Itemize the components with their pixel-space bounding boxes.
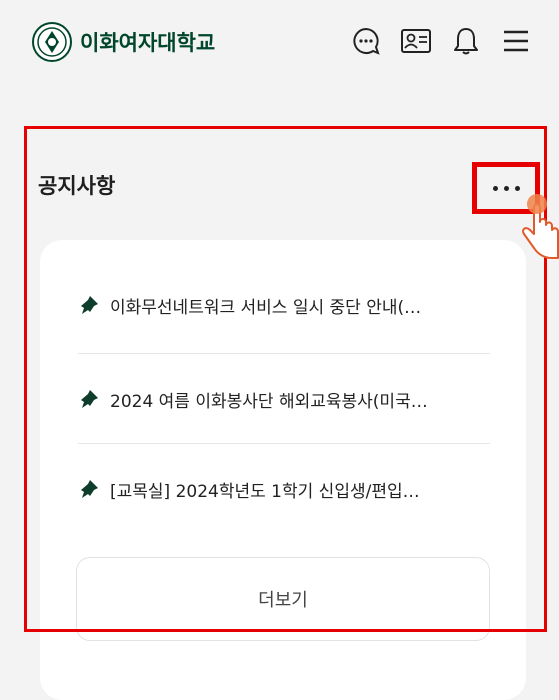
dot xyxy=(492,185,498,191)
notice-text: [교목실] 2024학년도 1학기 신입생/편입… xyxy=(110,481,420,502)
pointing-hand-icon xyxy=(522,194,559,259)
notice-item[interactable]: 이화무선네트워크 서비스 일시 중단 안내(… xyxy=(78,262,490,348)
logo-text: 이화여자대학교 xyxy=(80,31,216,55)
pin-icon xyxy=(81,480,98,498)
university-seal-icon xyxy=(32,22,72,62)
pin-icon xyxy=(81,390,98,408)
pin-icon xyxy=(81,296,98,314)
chat-icon[interactable] xyxy=(349,24,383,58)
section-title: 공지사항 xyxy=(38,174,116,198)
notice-item[interactable]: [교목실] 2024학년도 1학기 신입생/편입… xyxy=(78,446,490,532)
notice-text: 2024 여름 이화봉사단 해외교육봉사(미국… xyxy=(110,391,428,412)
more-button[interactable]: 더보기 xyxy=(76,557,490,641)
menu-icon[interactable] xyxy=(499,24,533,58)
notice-item[interactable]: 2024 여름 이화봉사단 해외교육봉사(미국… xyxy=(78,356,490,442)
divider xyxy=(78,443,490,444)
notice-text: 이화무선네트워크 서비스 일시 중단 안내(… xyxy=(110,297,422,318)
divider xyxy=(78,353,490,354)
id-card-icon[interactable] xyxy=(399,24,433,58)
university-logo[interactable]: 이화여자대학교 xyxy=(32,20,215,64)
bell-icon[interactable] xyxy=(449,24,483,58)
dot xyxy=(503,185,509,191)
top-bar: 이화여자대학교 xyxy=(0,0,559,88)
